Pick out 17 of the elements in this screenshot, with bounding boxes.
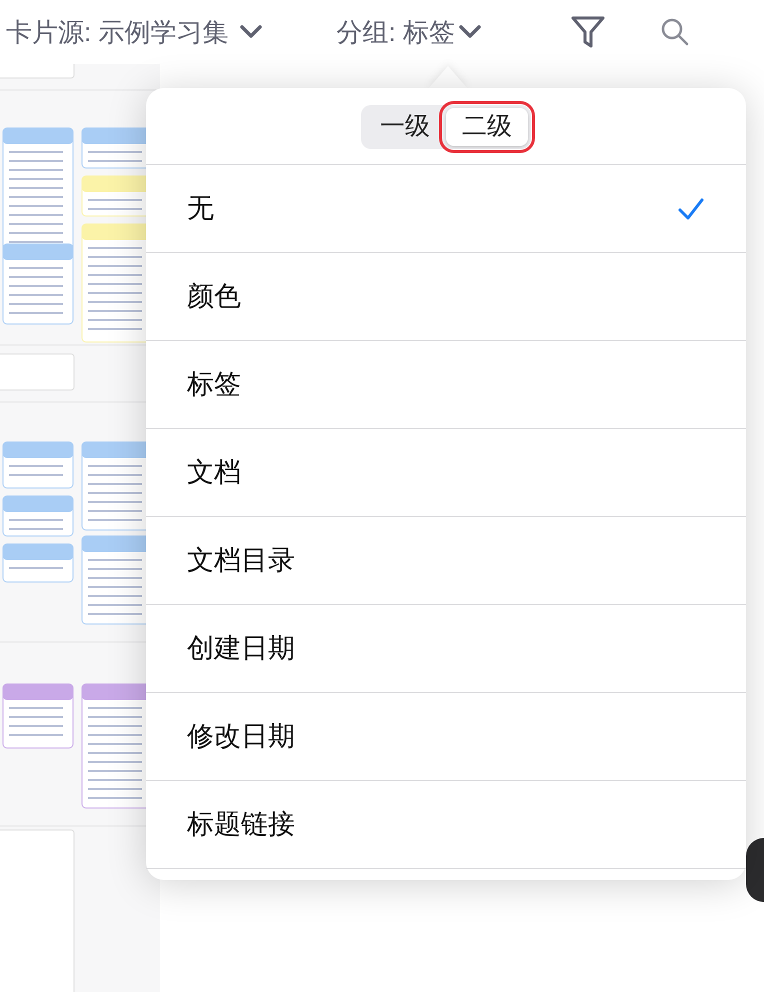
level-segment[interactable]: 二级 bbox=[446, 108, 528, 146]
grouping-dropdown[interactable]: 分组: 标签 bbox=[336, 12, 481, 52]
grouping-option[interactable]: 颜色 bbox=[146, 253, 746, 341]
level-segment[interactable]: 一级 bbox=[364, 108, 446, 146]
chevron-down-icon bbox=[240, 25, 262, 39]
card-source-dropdown[interactable]: 卡片源: 示例学习集 bbox=[6, 12, 262, 52]
search-icon[interactable] bbox=[660, 18, 689, 46]
grouping-option[interactable]: 标签 bbox=[146, 341, 746, 429]
scroll-handle[interactable] bbox=[746, 838, 764, 902]
grouping-option[interactable]: 标题链接 bbox=[146, 781, 746, 869]
filter-icon[interactable] bbox=[570, 16, 605, 48]
chevron-down-icon bbox=[458, 25, 481, 39]
grouping-option[interactable]: 文档 bbox=[146, 429, 746, 517]
grouping-option[interactable]: 修改日期 bbox=[146, 693, 746, 781]
grouping-option[interactable]: 创建日期 bbox=[146, 605, 746, 693]
grouping-option[interactable]: 无 bbox=[146, 165, 746, 253]
grouping-option[interactable]: 文档目录 bbox=[146, 517, 746, 605]
